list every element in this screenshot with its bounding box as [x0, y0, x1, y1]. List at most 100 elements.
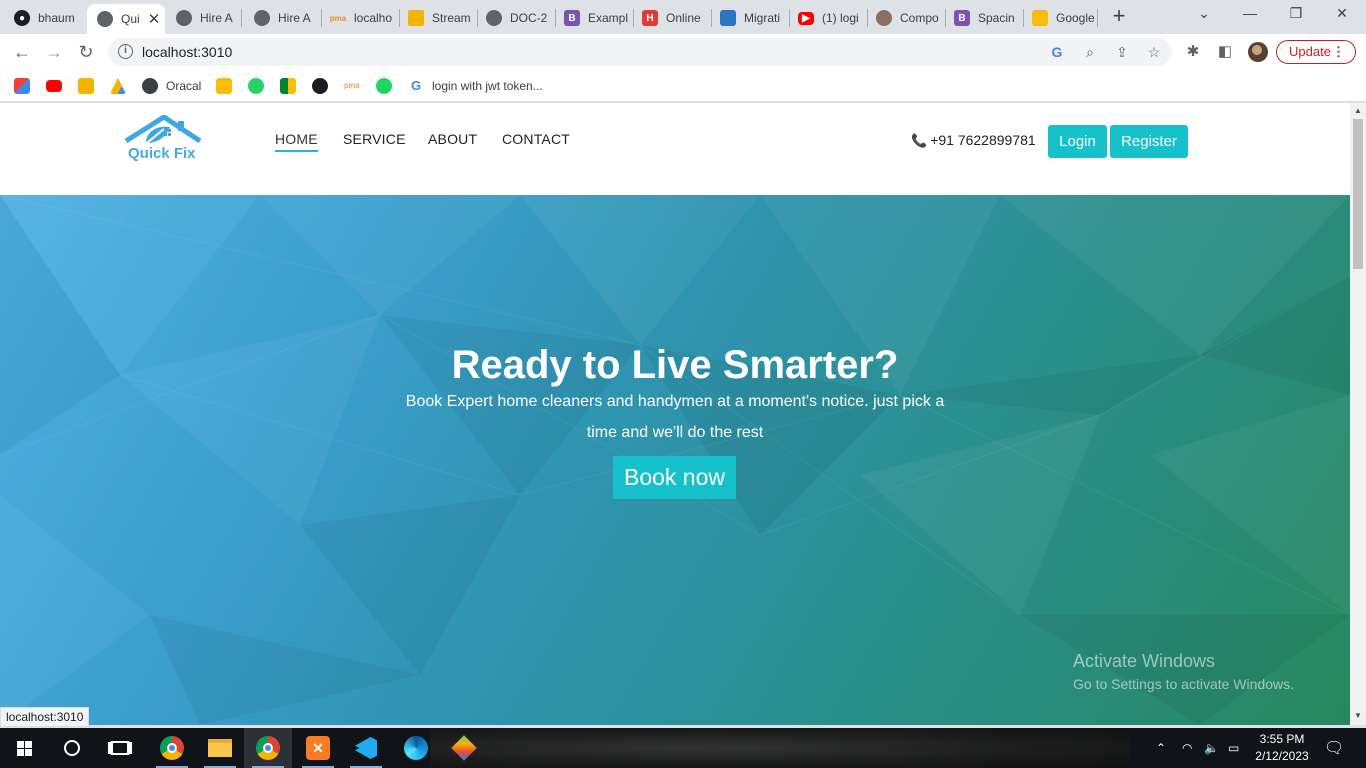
tab-title: Compo: [900, 11, 939, 25]
nav-home[interactable]: HOME: [275, 131, 318, 152]
clock-time: 3:55 PM: [1259, 732, 1305, 746]
chrome-icon[interactable]: [244, 728, 292, 768]
close-window-icon[interactable]: ✕: [1330, 5, 1354, 22]
xampp-icon[interactable]: ✕: [294, 728, 342, 768]
bookmark-spotify[interactable]: [376, 77, 392, 95]
whatsapp-icon: [248, 78, 264, 94]
bookmark-classroom[interactable]: [78, 77, 94, 95]
register-button[interactable]: Register: [1110, 125, 1188, 158]
component-icon: [876, 10, 892, 26]
tab[interactable]: Google: [1022, 4, 1100, 32]
reload-icon[interactable]: ↻: [75, 41, 97, 63]
tab-title: bhaum: [38, 11, 75, 25]
start-icon[interactable]: [0, 728, 48, 768]
nav-service[interactable]: SERVICE: [343, 131, 406, 147]
bookmark-github[interactable]: [312, 77, 328, 95]
tab-active[interactable]: Qui ✕: [87, 4, 165, 34]
logo-text[interactable]: Quick Fix: [128, 145, 196, 162]
wifi-icon[interactable]: ◠: [1182, 728, 1192, 768]
scroll-thumb[interactable]: [1353, 119, 1363, 269]
profile-avatar[interactable]: [1248, 42, 1268, 62]
system-clock[interactable]: 3:55 PM 2/12/2023: [1250, 731, 1314, 765]
menu-icon: ⋮: [1332, 44, 1345, 59]
nav-about[interactable]: ABOUT: [428, 131, 477, 147]
keep-icon: [1032, 10, 1048, 26]
vscode-icon[interactable]: [342, 728, 390, 768]
tab[interactable]: H Online: [632, 4, 710, 32]
search-icon[interactable]: [48, 728, 96, 768]
browser-tab-strip: ● bhaum Qui ✕ Hire A Hire A pma localho …: [0, 0, 1366, 34]
notifications-icon[interactable]: 🗨: [1324, 728, 1344, 768]
github-icon: ●: [14, 10, 30, 26]
tab[interactable]: Migrati: [710, 4, 788, 32]
bookmark-gmail[interactable]: [14, 77, 30, 95]
back-icon[interactable]: ←: [11, 41, 33, 63]
scroll-up-icon[interactable]: ▲: [1353, 106, 1363, 115]
cube-icon: [720, 10, 736, 26]
volume-icon[interactable]: 🔈: [1204, 728, 1219, 768]
update-button[interactable]: Update ⋮: [1276, 40, 1356, 64]
bookmark-whatsapp[interactable]: [248, 77, 264, 95]
link-status-bubble: localhost:3010: [0, 707, 90, 727]
scroll-down-icon[interactable]: ▼: [1353, 711, 1363, 720]
book-now-button[interactable]: Book now: [613, 456, 736, 499]
url-text[interactable]: localhost:3010: [142, 44, 232, 60]
bookmark-keep[interactable]: [216, 77, 232, 95]
page-scrollbar[interactable]: ▲ ▼: [1350, 103, 1366, 725]
zoom-icon[interactable]: ⌕: [1081, 43, 1099, 61]
show-hidden-icons[interactable]: ⌃: [1156, 728, 1166, 768]
login-button[interactable]: Login: [1048, 125, 1107, 158]
forward-icon[interactable]: →: [43, 41, 65, 63]
address-bar[interactable]: i localhost:3010 G ⌕ ⇪ ☆: [108, 38, 1172, 66]
classroom-icon: [78, 78, 94, 94]
file-explorer-icon[interactable]: [196, 728, 244, 768]
new-tab-icon[interactable]: +: [1108, 5, 1130, 28]
tab-title: Online: [666, 11, 701, 25]
tab[interactable]: ● bhaum: [4, 4, 86, 32]
tab-search-icon[interactable]: ⌄: [1192, 5, 1216, 22]
bookmark-meet[interactable]: [280, 77, 296, 95]
site-info-icon[interactable]: i: [118, 44, 133, 59]
google-translate-icon[interactable]: G: [1048, 43, 1066, 61]
minimize-icon[interactable]: —: [1238, 5, 1262, 21]
h-icon: H: [642, 10, 658, 26]
task-view-icon[interactable]: [96, 728, 144, 768]
tab[interactable]: Compo: [866, 4, 944, 32]
side-panel-icon[interactable]: ◧: [1215, 42, 1235, 62]
bookmark-star-icon[interactable]: ☆: [1145, 43, 1163, 61]
tab[interactable]: ▶ (1) logi: [788, 4, 866, 32]
restore-icon[interactable]: ❐: [1284, 5, 1308, 22]
bookmark-label: Oracal: [166, 79, 202, 93]
nav-contact[interactable]: CONTACT: [502, 131, 570, 147]
tab-title: Hire A: [200, 11, 233, 25]
tab-separator: [241, 9, 242, 27]
spotify-icon: [376, 78, 392, 94]
bookmark-youtube[interactable]: [46, 77, 62, 95]
bookmark-drive[interactable]: [110, 77, 126, 95]
tab[interactable]: Hire A: [244, 4, 320, 32]
bookmark-phpmyadmin[interactable]: pma: [344, 77, 360, 95]
phone-number: +91 7622899781: [930, 132, 1036, 148]
watermark-subtitle: Go to Settings to activate Windows.: [1073, 676, 1294, 692]
share-icon[interactable]: ⇪: [1113, 43, 1131, 61]
bookmark-oracal[interactable]: Oracal: [142, 77, 201, 95]
chrome-icon[interactable]: [148, 728, 196, 768]
tab[interactable]: B Exampl: [554, 4, 632, 32]
tab[interactable]: Stream: [398, 4, 476, 32]
battery-icon[interactable]: ▭: [1228, 728, 1239, 768]
youtube-icon: [46, 80, 62, 92]
tab[interactable]: DOC-2: [476, 4, 554, 32]
bookmark-login-jwt[interactable]: G login with jwt token...: [408, 77, 543, 95]
site-header: Quick Fix HOME SERVICE ABOUT CONTACT 📞 +9…: [0, 103, 1350, 195]
classroom-icon: [408, 10, 424, 26]
meet-icon: [280, 78, 296, 94]
extensions-icon[interactable]: ✱: [1183, 42, 1203, 62]
tab[interactable]: B Spacin: [944, 4, 1022, 32]
tab[interactable]: Hire A: [166, 4, 238, 32]
tab[interactable]: pma localho: [320, 4, 398, 32]
git-icon[interactable]: [440, 728, 488, 768]
edge-icon[interactable]: [392, 728, 440, 768]
clock-date: 2/12/2023: [1255, 749, 1309, 763]
globe-icon: [176, 10, 192, 26]
close-tab-icon[interactable]: ✕: [148, 10, 161, 28]
